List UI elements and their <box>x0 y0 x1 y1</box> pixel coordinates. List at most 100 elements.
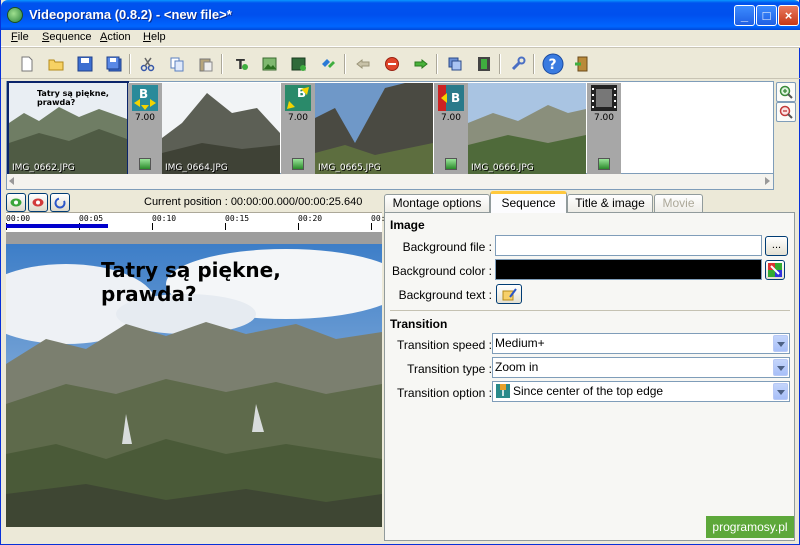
render-movie-button[interactable] <box>473 53 495 75</box>
transition-slot[interactable]: B 7.00 <box>281 83 315 174</box>
chevron-down-icon[interactable] <box>773 383 788 400</box>
save-button[interactable] <box>74 53 96 75</box>
copy-button[interactable] <box>166 53 188 75</box>
minimize-button[interactable]: _ <box>734 5 755 26</box>
svg-text:B: B <box>451 91 460 105</box>
bg-color-swatch[interactable] <box>495 259 762 280</box>
cut-icon <box>140 57 155 72</box>
preview-caption-text: Tatry są piękne, prawda? <box>101 258 281 306</box>
move-left-icon <box>356 58 370 70</box>
transition-slot[interactable]: 7.00 <box>587 83 621 174</box>
toolbar-separator <box>533 54 535 74</box>
cut-button[interactable] <box>137 53 159 75</box>
refresh-icon <box>54 197 66 209</box>
bg-text-button[interactable] <box>496 284 522 304</box>
duplicate-button[interactable] <box>444 53 466 75</box>
move-right-button[interactable] <box>410 53 432 75</box>
scroll-right-icon[interactable] <box>765 177 770 185</box>
app-window: Videoporama (0.8.2) - <new file>* _ □ × … <box>0 0 800 545</box>
playback-progress-bar[interactable] <box>6 224 108 228</box>
transition-b-diagonal-icon: B <box>285 85 311 111</box>
transition-option-icon <box>496 384 510 398</box>
zoom-out-strip-button[interactable] <box>776 102 796 122</box>
image-thumb[interactable]: IMG_0664.JPG <box>162 83 280 174</box>
paste-button[interactable] <box>195 53 217 75</box>
transition-section-header: Transition <box>390 317 448 331</box>
copy-icon <box>170 57 184 72</box>
window-title: Videoporama (0.8.2) - <new file>* <box>29 7 232 22</box>
transition-speed-select[interactable]: Medium+ <box>492 333 790 354</box>
strip-scrollbar[interactable] <box>6 174 774 190</box>
timeline-ruler[interactable]: 00:00 00:05 00:10 00:15 00:20 00: <box>6 212 385 232</box>
open-folder-icon <box>48 59 64 71</box>
color-picker-button[interactable] <box>765 260 785 280</box>
bg-color-label: Background color : <box>391 264 492 278</box>
image-strip[interactable]: Tatry są piękne, prawda? IMG_0662.JPG B … <box>6 81 774 176</box>
transition-slot[interactable]: B 7.00 <box>128 83 162 174</box>
render-movie-icon <box>478 57 490 71</box>
add-color-button[interactable] <box>288 53 310 75</box>
thumb-caption: IMG_0665.JPG <box>318 163 381 173</box>
menu-file[interactable]: File <box>11 31 29 43</box>
transition-slot[interactable]: B 7.00 <box>434 83 468 174</box>
sequence-panel: Image Background file : ... Background c… <box>384 212 795 541</box>
add-transition-button[interactable] <box>317 53 339 75</box>
title-bar[interactable]: Videoporama (0.8.2) - <new file>* _ □ × <box>1 0 800 30</box>
scroll-left-icon[interactable] <box>9 177 14 185</box>
menu-help[interactable]: Help <box>143 31 166 43</box>
zoom-in-strip-button[interactable] <box>776 82 796 102</box>
toolbar-separator <box>436 54 438 74</box>
current-position-readout: Current position : 00:00:00.000/00:00:25… <box>144 196 363 208</box>
thumb-caption: IMG_0664.JPG <box>165 163 228 173</box>
save-all-button[interactable] <box>103 53 125 75</box>
image-thumb[interactable]: IMG_0665.JPG <box>315 83 433 174</box>
image-thumb[interactable]: Tatry są piękne, prawda? IMG_0662.JPG <box>7 81 129 176</box>
preview-refresh-button[interactable] <box>50 193 70 212</box>
add-title-button[interactable]: T <box>230 53 252 75</box>
menu-sequence[interactable]: Sequence <box>42 31 92 43</box>
ruler-label: 00:15 <box>225 214 250 223</box>
bg-file-input[interactable] <box>495 235 762 256</box>
remove-button[interactable] <box>381 53 403 75</box>
add-image-button[interactable] <box>259 53 281 75</box>
tab-montage-options[interactable]: Montage options <box>384 194 490 213</box>
image-marker-icon <box>292 158 304 170</box>
zoom-in-icon <box>779 85 793 99</box>
tab-sequence[interactable]: Sequence <box>490 191 567 213</box>
maximize-button[interactable]: □ <box>756 5 777 26</box>
transition-speed-label: Transition speed : <box>397 338 492 352</box>
photo-thumbnail <box>315 83 433 174</box>
transition-type-select[interactable]: Zoom in <box>492 357 790 378</box>
text-brush-icon <box>502 288 517 301</box>
paste-icon <box>199 58 213 72</box>
close-button[interactable]: × <box>778 5 799 26</box>
settings-button[interactable] <box>507 53 529 75</box>
image-thumb[interactable]: IMG_0666.JPG <box>468 83 586 174</box>
new-file-button[interactable] <box>16 53 38 75</box>
app-logo-icon <box>7 7 23 23</box>
menu-action[interactable]: Action <box>100 31 131 43</box>
ruler-tick <box>225 223 226 230</box>
transition-duration: 7.00 <box>287 113 309 123</box>
preview-image: Tatry są piękne, prawda? <box>6 244 382 527</box>
preview-hide-button[interactable] <box>28 193 48 212</box>
transition-option-label: Transition option : <box>397 386 492 400</box>
help-button[interactable]: ? <box>541 52 565 76</box>
chevron-down-icon[interactable] <box>773 359 788 376</box>
chevron-down-icon[interactable] <box>773 335 788 352</box>
preview-show-button[interactable] <box>6 193 26 212</box>
svg-text:?: ? <box>549 57 557 73</box>
ruler-label: 00:00 <box>6 214 31 223</box>
transition-option-select[interactable]: Since center of the top edge <box>492 381 790 402</box>
transition-type-value: Zoom in <box>495 360 539 374</box>
remove-icon <box>385 57 399 71</box>
ruler-tick <box>371 223 372 230</box>
browse-button[interactable]: ... <box>765 236 788 256</box>
move-left-button[interactable] <box>352 53 374 75</box>
exit-button[interactable] <box>571 53 593 75</box>
exit-icon <box>575 56 588 72</box>
help-icon: ? <box>542 53 564 75</box>
tab-title-image[interactable]: Title & image <box>567 194 653 213</box>
color-palette-icon <box>768 263 782 277</box>
open-button[interactable] <box>45 53 67 75</box>
